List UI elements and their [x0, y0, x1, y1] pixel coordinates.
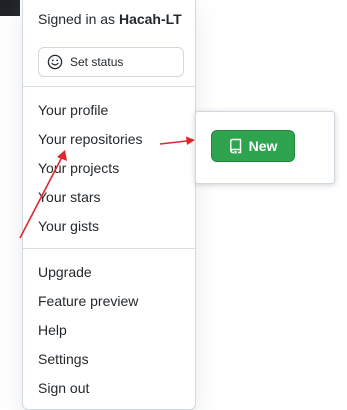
header-bar-fragment — [0, 0, 20, 16]
username: Hacah-LT — [118, 11, 182, 27]
menu-item-sign-out[interactable]: Sign out — [38, 379, 89, 397]
menu-divider — [23, 248, 195, 249]
menu-item-your-profile[interactable]: Your profile — [38, 101, 108, 119]
new-button-label: New — [248, 138, 278, 154]
menu-item-feature-preview[interactable]: Feature preview — [38, 292, 138, 310]
smiley-icon — [47, 54, 63, 70]
set-status-button[interactable]: Set status — [38, 47, 184, 77]
user-dropdown-menu: Signed in as Hacah-LT Set status Your pr… — [22, 0, 196, 410]
menu-item-your-stars[interactable]: Your stars — [38, 188, 101, 206]
new-repository-button[interactable]: New — [211, 130, 295, 162]
menu-divider — [23, 86, 195, 87]
set-status-label: Set status — [70, 55, 124, 69]
menu-item-your-projects[interactable]: Your projects — [38, 159, 119, 177]
menu-item-upgrade[interactable]: Upgrade — [38, 263, 92, 281]
menu-item-settings[interactable]: Settings — [38, 350, 89, 368]
menu-item-your-repositories[interactable]: Your repositories — [38, 130, 143, 148]
menu-item-your-gists[interactable]: Your gists — [38, 217, 99, 235]
signed-in-header: Signed in as Hacah-LT — [38, 11, 182, 27]
signed-in-prefix: Signed in as — [38, 11, 116, 27]
new-repository-callout: New — [195, 111, 335, 184]
repo-icon — [229, 138, 241, 154]
menu-item-help[interactable]: Help — [38, 321, 67, 339]
